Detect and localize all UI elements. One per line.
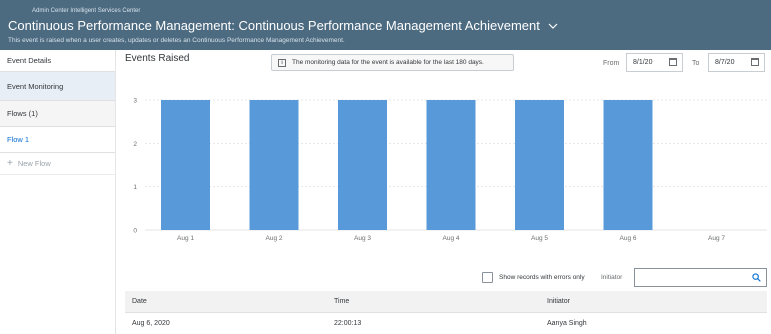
sidebar: Event Details Event Monitoring Flows (1)… — [0, 50, 116, 334]
events-raised-title: Events Raised — [125, 53, 190, 64]
cell-date: Aug 6, 2020 — [132, 319, 170, 327]
x-tick-label: Aug 1 — [177, 235, 194, 242]
bar — [515, 100, 564, 230]
filter-row: Show records with errors only Initiator — [117, 268, 771, 288]
x-tick-label: Aug 7 — [708, 235, 725, 242]
events-chart: 0 1 2 3 Aug 1 Aug 2 Aug 3 Aug 4 Aug 5 Aug 6 Aug 7 — [117, 90, 771, 260]
initiator-label: Initiator — [601, 274, 623, 281]
sidebar-item-event-details[interactable]: Event Details — [0, 50, 115, 72]
info-message-strip: i The monitoring data for the event is a… — [271, 54, 514, 71]
bar — [249, 100, 299, 230]
x-tick-label: Aug 5 — [531, 235, 548, 242]
search-icon[interactable] — [752, 273, 761, 282]
cell-initiator: Aanya Singh — [547, 319, 587, 327]
main-content: Events Raised i The monitoring data for … — [117, 50, 771, 334]
new-flow-label: New Flow — [17, 158, 51, 168]
column-header-time[interactable]: Time — [334, 298, 547, 305]
x-tick-label: Aug 4 — [443, 235, 460, 242]
x-tick-label: Aug 2 — [266, 235, 283, 242]
cell-time: 22:00:13 — [334, 319, 362, 327]
calendar-icon[interactable] — [751, 58, 759, 66]
column-header-date[interactable]: Date — [125, 298, 334, 305]
info-message: The monitoring data for the event is ava… — [292, 59, 484, 66]
errors-only-label: Show records with errors only — [499, 274, 585, 281]
errors-only-checkbox[interactable] — [482, 272, 493, 283]
table-row[interactable]: Aug 6, 2020 22:00:13 Aanya Singh — [125, 313, 767, 333]
x-tick-label: Aug 3 — [354, 235, 371, 242]
events-bar-chart: 0 1 2 3 Aug 1 Aug 2 Aug 3 Aug 4 Aug 5 Aug 6 Aug 7 — [133, 98, 767, 242]
column-header-initiator[interactable]: Initiator — [547, 298, 767, 305]
events-table: Date Time Initiator Aug 6, 2020 22:00:13… — [125, 291, 767, 333]
y-tick-label: 1 — [133, 184, 137, 191]
bar — [161, 100, 210, 230]
page-subtitle: This event is raised when a user creates… — [8, 37, 345, 44]
page-title: Continuous Performance Management: Conti… — [8, 18, 540, 33]
y-tick-label: 3 — [133, 98, 137, 105]
from-date-value: 8/1/20 — [633, 59, 653, 66]
chevron-down-icon[interactable] — [548, 21, 558, 31]
new-flow-button[interactable]: + New Flow — [0, 153, 115, 175]
breadcrumb[interactable]: Admin Center Intelligent Services Center — [32, 8, 140, 14]
sidebar-item-event-monitoring[interactable]: Event Monitoring — [0, 72, 115, 101]
x-tick-label: Aug 6 — [620, 235, 637, 242]
to-date-value: 8/7/20 — [715, 59, 735, 66]
page-header: Admin Center Intelligent Services Center… — [0, 0, 771, 50]
initiator-search-input[interactable] — [634, 268, 767, 287]
title-row: Continuous Performance Management: Conti… — [8, 18, 558, 33]
sidebar-group-flows: Flows (1) — [0, 101, 115, 127]
bar — [426, 100, 476, 230]
bar — [338, 100, 387, 230]
to-date-field[interactable]: 8/7/20 — [708, 53, 765, 72]
to-label: To — [692, 60, 700, 67]
bar — [603, 100, 653, 230]
from-label: From — [603, 60, 620, 67]
calendar-icon[interactable] — [669, 58, 677, 66]
info-icon: i — [278, 58, 286, 67]
table-header: Date Time Initiator — [125, 291, 767, 313]
y-tick-label: 2 — [133, 141, 137, 148]
sidebar-item-flow-1[interactable]: Flow 1 — [0, 127, 115, 153]
plus-icon: + — [7, 157, 13, 169]
y-tick-label: 0 — [133, 228, 137, 235]
from-date-field[interactable]: 8/1/20 — [626, 53, 683, 72]
